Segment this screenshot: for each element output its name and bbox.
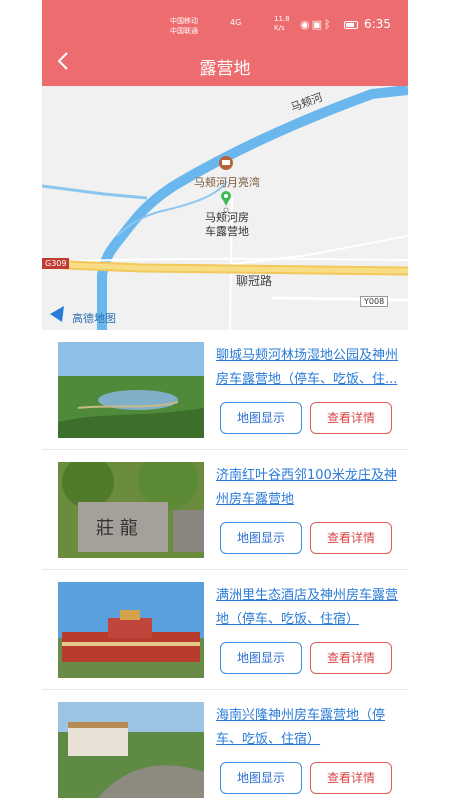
map-canvas [42,86,408,330]
bluetooth-icon: ᛒ [324,18,333,31]
network-speed: 11.8 K/s [274,15,290,33]
eye-icon: ◉ [300,18,312,31]
svg-text:莊 龍: 莊 龍 [96,518,138,539]
highway-badge: G309 [42,258,70,269]
campsite-name-link[interactable]: 海南兴隆神州房车露营地（停车、吃饭、住宿） [216,704,400,752]
map-view-button[interactable]: 地图显示 [220,642,302,674]
campsite-name-link[interactable]: 聊城马颊河林场湿地公园及神州房车露营地（停车、吃饭、住... [216,344,400,392]
network-type: 4G [230,18,242,27]
campsite-thumbnail [58,702,204,798]
campsite-thumbnail: 莊 龍 [58,462,204,558]
campsite-item[interactable]: 莊 龍 济南红叶谷西邻100米龙庄及神州房车露营地 地图显示 查看详情 [42,450,408,570]
view-details-button[interactable]: 查看详情 [310,642,392,674]
road-label: 聊冠路 [236,274,273,288]
map-view-button[interactable]: 地图显示 [220,402,302,434]
campsite-thumbnail [58,342,204,438]
view-details-button[interactable]: 查看详情 [310,522,392,554]
status-bar: 中国移动 中国联通 4G 11.8 K/s ◉▣ᛒ 6:35 [42,10,408,44]
marker-label: 马颊河房 车露营地 [192,211,262,239]
marker-label-line2: 车露营地 [205,225,249,238]
campsite-item[interactable]: 满洲里生态酒店及神州房车露营地（停车、吃饭、住宿） 地图显示 查看详情 [42,570,408,690]
marker-label-line1: 马颊河房 [205,211,249,224]
carrier-2: 中国联通 [170,27,198,35]
map-provider-label: 高德地图 [72,312,116,325]
campsite-name-link[interactable]: 济南红叶谷西邻100米龙庄及神州房车露营地 [216,464,400,512]
campsite-item[interactable]: 聊城马颊河林场湿地公园及神州房车露营地（停车、吃饭、住... 地图显示 查看详情 [42,330,408,450]
status-time: 6:35 [364,17,391,31]
campsite-item[interactable]: 海南兴隆神州房车露营地（停车、吃饭、住宿） 地图显示 查看详情 [42,690,408,800]
map-view-button[interactable]: 地图显示 [220,522,302,554]
page-title: 露营地 [199,59,251,79]
view-details-button[interactable]: 查看详情 [310,762,392,794]
view-details-button[interactable]: 查看详情 [310,402,392,434]
road-code-badge: Y008 [360,296,389,307]
carrier-labels: 中国移动 中国联通 [170,16,198,36]
poi-label: 马颊河月亮湾 [194,176,260,189]
nfc-icon: ▣ [311,18,325,31]
app-header: 中国移动 中国联通 4G 11.8 K/s ◉▣ᛒ 6:35 露营地 [42,0,408,86]
speed-unit: K/s [274,24,285,32]
speed-value: 11.8 [274,15,290,23]
campsite-thumbnail [58,582,204,678]
campsite-name-link[interactable]: 满洲里生态酒店及神州房车露营地（停车、吃饭、住宿） [216,584,400,632]
status-icons: ◉▣ᛒ [300,18,333,31]
battery-icon [344,21,358,29]
carrier-1: 中国移动 [170,17,198,25]
map-view[interactable]: 马颊河 马颊河月亮湾 马颊河房 车露营地 聊冠路 G309 Y008 高德地图 [42,86,408,330]
campsite-list[interactable]: 聊城马颊河林场湿地公园及神州房车露营地（停车、吃饭、住... 地图显示 查看详情… [42,330,408,800]
map-view-button[interactable]: 地图显示 [220,762,302,794]
